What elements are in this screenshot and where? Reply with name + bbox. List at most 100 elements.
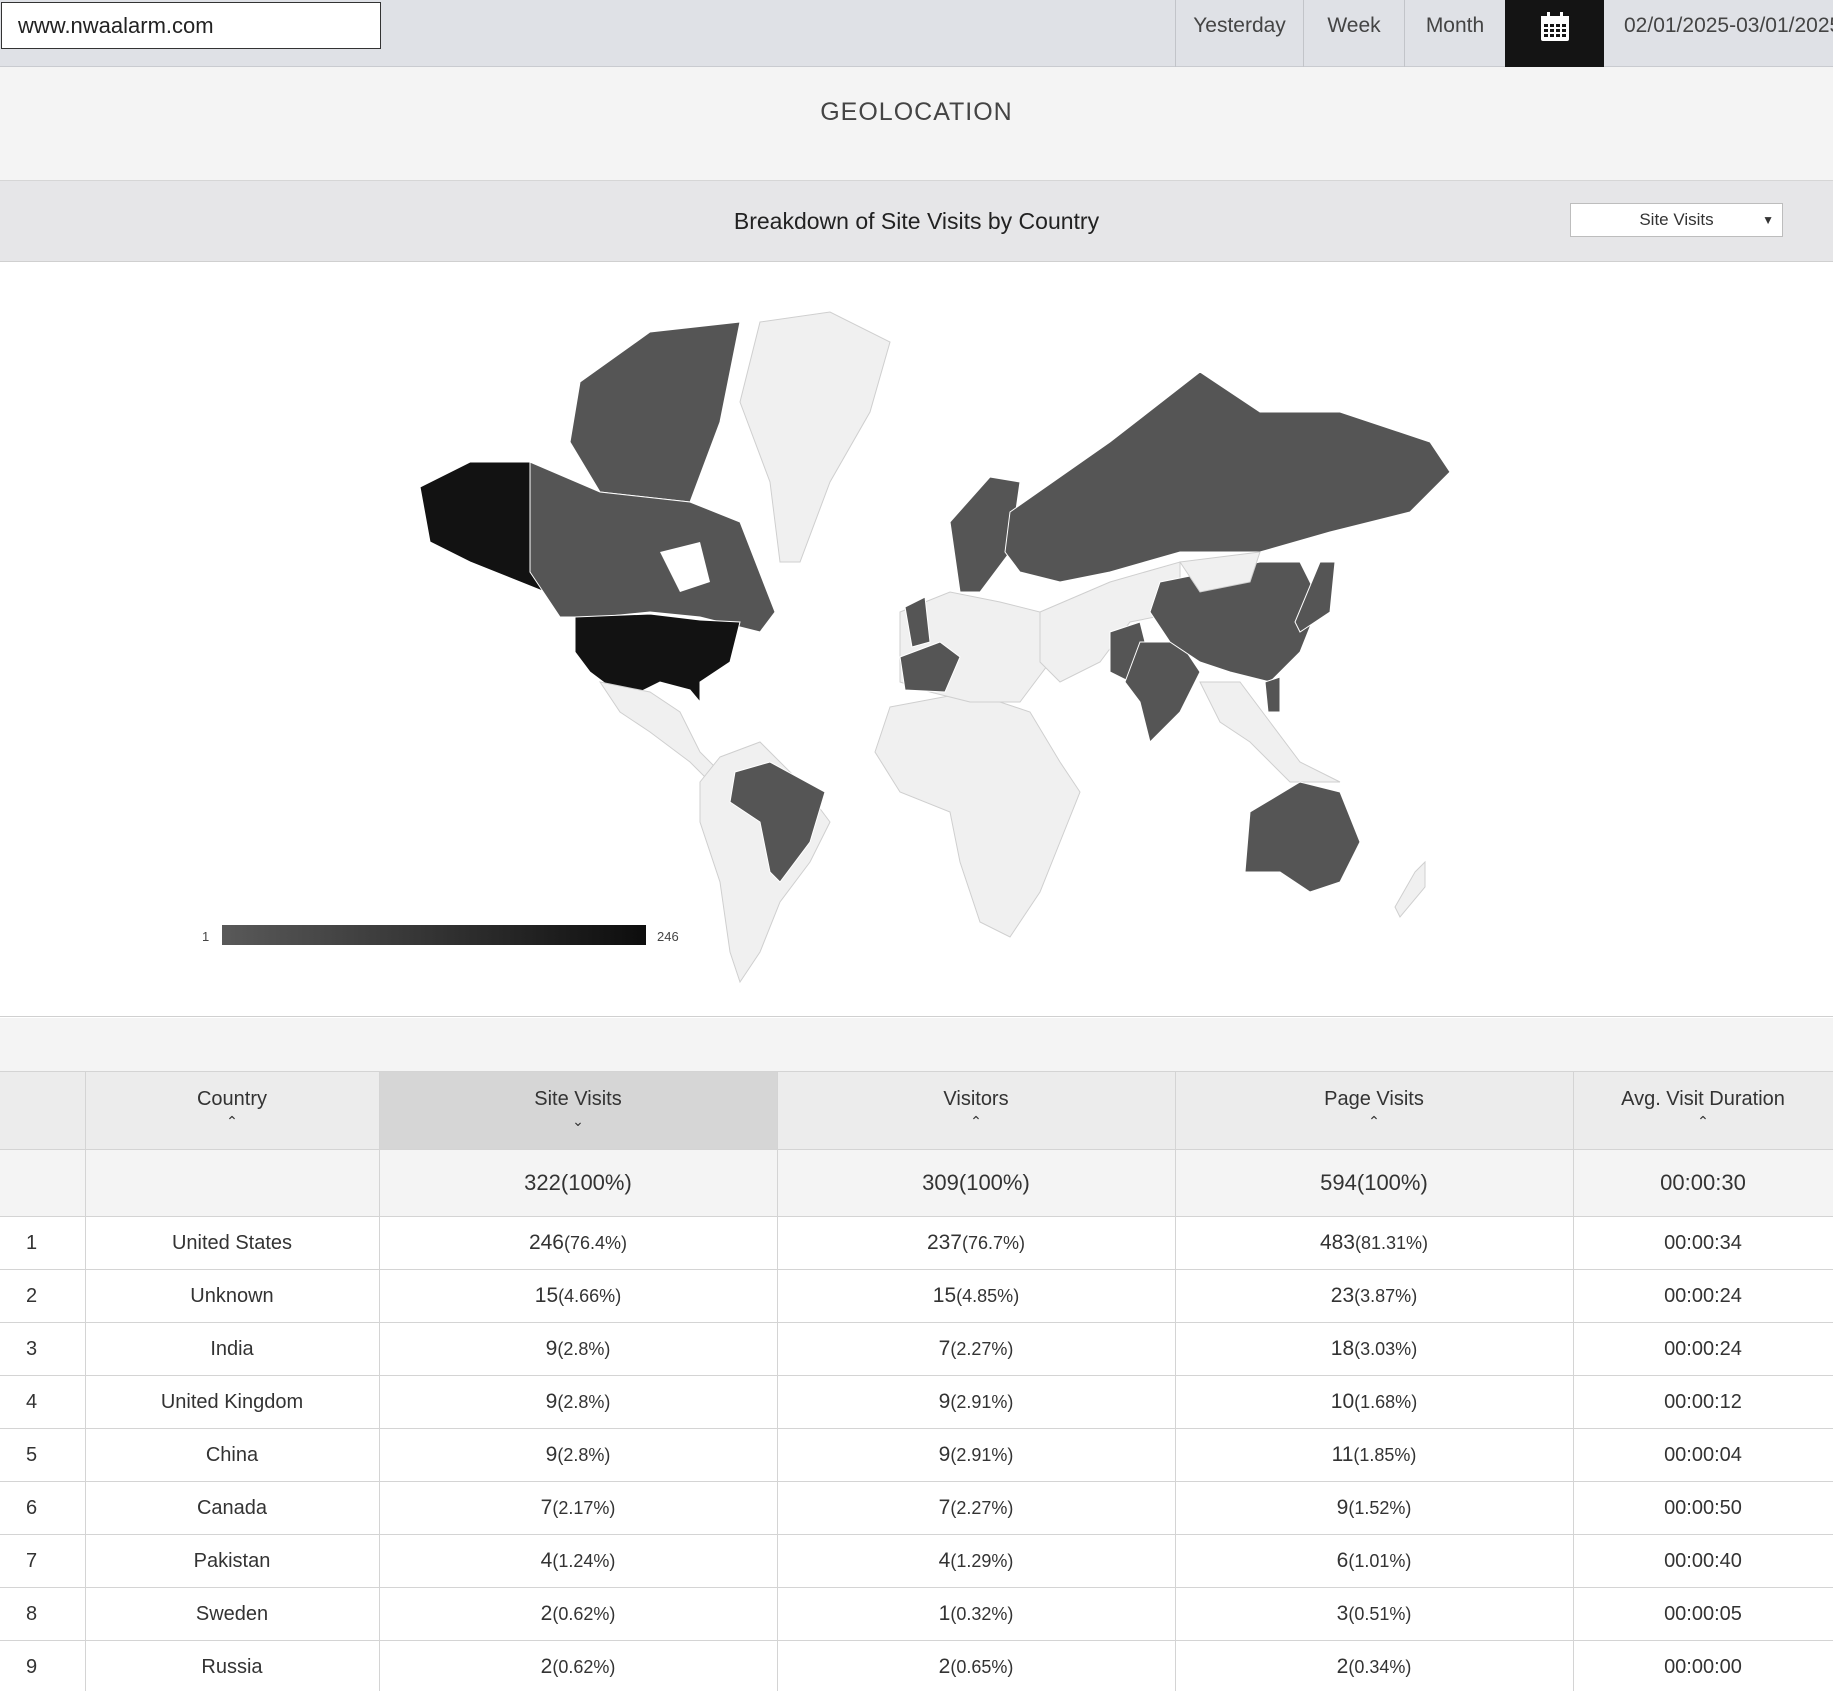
map-region-new-zealand[interactable] bbox=[1394, 860, 1426, 918]
header-avg-duration[interactable]: Avg. Visit Duration ⌃ bbox=[1573, 1071, 1833, 1150]
chevron-down-icon[interactable]: ⌄ bbox=[380, 1113, 777, 1130]
row-avg-duration: 00:00:04 bbox=[1573, 1428, 1833, 1482]
row-rank: 4 bbox=[0, 1375, 86, 1429]
map-region-greenland[interactable] bbox=[739, 311, 891, 563]
section-spacer bbox=[0, 1018, 1833, 1071]
row-site-visits: 4(1.24%) bbox=[379, 1534, 778, 1588]
row-avg-duration: 00:00:24 bbox=[1573, 1269, 1833, 1323]
date-range[interactable]: 02/01/2025-03/01/2025 bbox=[1604, 0, 1833, 67]
row-page-visits-percent: (0.51%) bbox=[1348, 1604, 1412, 1624]
world-map-area: 1 246 bbox=[0, 262, 1833, 1017]
map-region-india[interactable] bbox=[1124, 641, 1201, 743]
table-row: 2 Unknown 15(4.66%) 15(4.85%) 23(3.87%) 00:00… bbox=[0, 1269, 1833, 1323]
top-bar: www.nwaalarm.com Yesterday Week Month 02… bbox=[0, 0, 1833, 67]
month-button[interactable]: Month bbox=[1404, 0, 1505, 67]
row-page-visits-value: 2 bbox=[1336, 1655, 1349, 1679]
row-page-visits: 2(0.34%) bbox=[1175, 1640, 1574, 1691]
row-country-value: Russia bbox=[201, 1655, 263, 1678]
header-page-visits[interactable]: Page Visits ⌃ bbox=[1175, 1071, 1574, 1150]
row-visitors-percent: (2.27%) bbox=[950, 1339, 1014, 1359]
row-country-value: United States bbox=[171, 1231, 293, 1254]
row-site-visits: 7(2.17%) bbox=[379, 1481, 778, 1535]
row-rank: 5 bbox=[0, 1428, 86, 1482]
row-rank-value: 5 bbox=[26, 1443, 38, 1466]
row-country: India bbox=[85, 1322, 380, 1376]
map-region-australia[interactable] bbox=[1244, 781, 1361, 893]
row-site-visits-value: 4 bbox=[540, 1549, 553, 1572]
row-country-value: Pakistan bbox=[193, 1549, 271, 1572]
table-row: 8 Sweden 2(0.62%) 1(0.32%) 3(0.51%) 00:00:05 bbox=[0, 1587, 1833, 1641]
row-country: Canada bbox=[85, 1481, 380, 1535]
map-region-africa[interactable] bbox=[874, 691, 1081, 938]
legend-max-label: 246 bbox=[657, 929, 679, 944]
row-site-visits-value: 9 bbox=[545, 1337, 558, 1360]
site-selector[interactable]: www.nwaalarm.com bbox=[1, 2, 381, 49]
row-avg-duration: 00:00:24 bbox=[1573, 1322, 1833, 1376]
row-page-visits: 10(1.68%) bbox=[1175, 1375, 1574, 1429]
row-avg-duration-value: 00:00:04 bbox=[1664, 1443, 1742, 1466]
week-button[interactable]: Week bbox=[1303, 0, 1404, 67]
row-site-visits: 2(0.62%) bbox=[379, 1640, 778, 1691]
chevron-up-icon[interactable]: ⌃ bbox=[86, 1113, 379, 1130]
chevron-up-icon[interactable]: ⌃ bbox=[1176, 1113, 1573, 1130]
chevron-up-icon[interactable]: ⌃ bbox=[778, 1113, 1175, 1130]
row-country-value: Unknown bbox=[190, 1284, 274, 1307]
calendar-button[interactable] bbox=[1505, 0, 1604, 67]
table-row: 1 United States 246(76.4%) 237(76.7%) 483(81… bbox=[0, 1216, 1833, 1270]
row-visitors-percent: (2.91%) bbox=[950, 1392, 1014, 1412]
row-avg-duration: 00:00:34 bbox=[1573, 1216, 1833, 1270]
row-page-visits: 18(3.03%) bbox=[1175, 1322, 1574, 1376]
row-country: United States bbox=[85, 1216, 380, 1270]
row-page-visits-percent: (1.68%) bbox=[1354, 1392, 1418, 1412]
chevron-up-icon[interactable]: ⌃ bbox=[1574, 1113, 1833, 1130]
row-site-visits-percent: (2.8%) bbox=[557, 1339, 611, 1359]
row-visitors: 237(76.7%) bbox=[777, 1216, 1176, 1270]
row-visitors-percent: (1.29%) bbox=[950, 1551, 1014, 1571]
row-site-visits: 9(2.8%) bbox=[379, 1375, 778, 1429]
row-site-visits-value: 15 bbox=[534, 1284, 559, 1307]
page-title: GEOLOCATION bbox=[820, 98, 1013, 126]
row-visitors-value: 4 bbox=[938, 1549, 951, 1572]
map-region-russia[interactable] bbox=[1004, 371, 1451, 583]
row-site-visits-percent: (4.66%) bbox=[558, 1286, 622, 1306]
metric-dropdown[interactable]: Site Visits ▼ bbox=[1570, 203, 1783, 237]
row-visitors-value: 7 bbox=[938, 1496, 951, 1519]
row-site-visits: 246(76.4%) bbox=[379, 1216, 778, 1270]
row-avg-duration-value: 00:00:24 bbox=[1664, 1337, 1742, 1360]
header-country-label: Country bbox=[196, 1088, 268, 1110]
table-row: 5 China 9(2.8%) 9(2.91%) 11(1.85%) 00:00:04 bbox=[0, 1428, 1833, 1482]
map-region-canada-islands[interactable] bbox=[569, 321, 741, 503]
row-page-visits-value: 18 bbox=[1330, 1337, 1355, 1360]
row-page-visits-value: 11 bbox=[1331, 1443, 1354, 1466]
map-region-united-states[interactable] bbox=[574, 613, 741, 704]
row-country-value: China bbox=[205, 1443, 259, 1466]
row-avg-duration-value: 00:00:34 bbox=[1664, 1231, 1742, 1254]
row-page-visits-value: 10 bbox=[1330, 1390, 1355, 1413]
row-page-visits-percent: (0.34%) bbox=[1348, 1657, 1412, 1678]
row-site-visits-percent: (2.8%) bbox=[557, 1392, 611, 1412]
header-visitors[interactable]: Visitors ⌃ bbox=[777, 1071, 1176, 1150]
header-site-visits[interactable]: Site Visits ⌄ bbox=[379, 1071, 778, 1150]
row-site-visits: 15(4.66%) bbox=[379, 1269, 778, 1323]
country-table: Country ⌃ Site Visits ⌄ Visitors ⌃ Page Vis… bbox=[0, 1071, 1833, 1691]
header-site-visits-label: Site Visits bbox=[534, 1088, 622, 1110]
row-site-visits-percent: (2.17%) bbox=[552, 1498, 616, 1518]
row-avg-duration-value: 00:00:40 bbox=[1664, 1549, 1742, 1572]
yesterday-button[interactable]: Yesterday bbox=[1175, 0, 1303, 67]
row-visitors-percent: (2.27%) bbox=[950, 1498, 1014, 1518]
row-page-visits: 9(1.52%) bbox=[1175, 1481, 1574, 1535]
row-avg-duration-value: 00:00:00 bbox=[1664, 1655, 1742, 1678]
row-visitors: 4(1.29%) bbox=[777, 1534, 1176, 1588]
row-site-visits-percent: (1.24%) bbox=[552, 1551, 616, 1571]
row-page-visits-percent: (1.52%) bbox=[1348, 1498, 1412, 1518]
metric-dropdown-value: Site Visits bbox=[1639, 210, 1714, 229]
map-region-philippines[interactable] bbox=[1264, 676, 1281, 713]
row-rank: 7 bbox=[0, 1534, 86, 1588]
row-visitors: 9(2.91%) bbox=[777, 1375, 1176, 1429]
row-page-visits: 483(81.31%) bbox=[1175, 1216, 1574, 1270]
row-page-visits-percent: (1.01%) bbox=[1348, 1551, 1412, 1571]
header-visitors-label: Visitors bbox=[943, 1088, 1009, 1110]
header-country[interactable]: Country ⌃ bbox=[85, 1071, 380, 1150]
row-rank-value: 6 bbox=[26, 1496, 38, 1519]
row-site-visits-value: 9 bbox=[545, 1390, 558, 1413]
